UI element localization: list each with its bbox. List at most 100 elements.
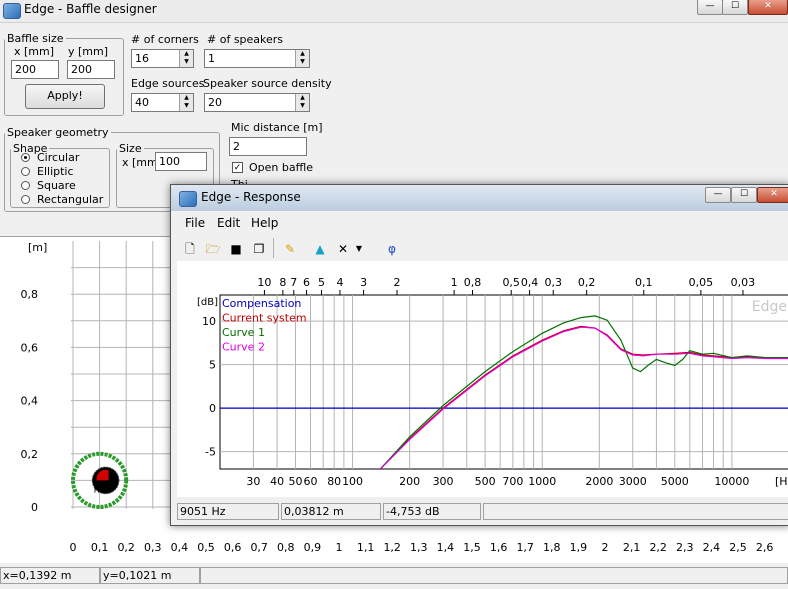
chart-x-tick-label: 3000	[619, 475, 647, 488]
geo-x-tick-label: 2,3	[676, 541, 694, 554]
app-icon	[3, 3, 21, 19]
chart-x-tick-label: 200	[399, 475, 420, 488]
geo-x-tick-label: 2,2	[649, 541, 667, 554]
geo-x-tick-label: 1,4	[437, 541, 455, 554]
response-window-title: Edge - Response	[201, 190, 301, 204]
geo-x-tick-label: 0,1	[91, 541, 109, 554]
response-minimize-button[interactable]: —	[705, 187, 731, 203]
close-button[interactable]: ✕	[748, 0, 788, 15]
geo-x-tick-label: 1,5	[463, 541, 481, 554]
speakers-value: 1	[208, 52, 215, 65]
legend-entry-compensation: Compensation	[222, 297, 301, 310]
edge-sources-label: Edge sources	[131, 77, 205, 90]
geo-x-tick-label: 1	[336, 541, 343, 554]
maximize-button[interactable]: ☐	[722, 0, 748, 15]
response-status-empty	[483, 503, 788, 520]
shape-label-elliptic: Elliptic	[37, 165, 74, 178]
legend-entry-current-system: Current system	[222, 312, 307, 325]
shape-radio-circular[interactable]	[21, 153, 30, 162]
corners-spinner[interactable]: 16 ▲ ▼	[131, 49, 194, 68]
response-window[interactable]: Edge - Response — ☐ ✕ File Edit Help 🗋 🗁…	[170, 184, 788, 526]
shape-radio-square[interactable]	[21, 181, 30, 190]
response-status-distance: 0,03812 m	[281, 503, 381, 520]
chart-y-tick-label: 5	[209, 359, 216, 372]
geo-x-tick-label: 2	[602, 541, 609, 554]
open-baffle-checkbox[interactable]: ✓	[232, 162, 243, 173]
response-maximize-button[interactable]: ☐	[731, 187, 757, 203]
edge-sources-spinner[interactable]: 40 ▲ ▼	[131, 93, 194, 112]
new-file-icon[interactable]: 🗋	[179, 238, 201, 260]
curve-tool-icon[interactable]: ▲	[309, 238, 331, 260]
edge-sources-spin-arrows[interactable]: ▲ ▼	[179, 94, 193, 111]
phase-button[interactable]: φ	[381, 238, 403, 260]
geo-y-tick-label: 0,2	[21, 448, 39, 461]
density-spin-arrows[interactable]: ▲ ▼	[295, 94, 309, 111]
chart-x-tick-label: 100	[342, 475, 363, 488]
status-y-coordinate: y=0,1021 m	[100, 567, 200, 584]
geo-x-tick-label: 0,4	[171, 541, 189, 554]
delete-icon[interactable]: ✕	[332, 238, 354, 260]
chart-top-tick-label: 0,1	[635, 276, 653, 289]
geo-x-tick-label: 1,1	[357, 541, 375, 554]
geo-x-tick-label: 0,9	[304, 541, 322, 554]
minimize-button[interactable]: —	[697, 0, 723, 15]
baffle-x-input[interactable]: 200	[11, 60, 59, 79]
chart-y-tick-label: -5	[205, 446, 216, 459]
speakers-spin-arrows[interactable]: ▲ ▼	[295, 50, 309, 67]
chart-y-axis-label: [dB]	[197, 297, 218, 308]
copy-icon[interactable]: ❐	[248, 238, 270, 260]
geo-x-tick-label: 0,8	[277, 541, 295, 554]
chart-top-tick-label: 0,4	[521, 276, 539, 289]
geo-x-tick-label: 2,4	[703, 541, 721, 554]
density-value: 20	[208, 96, 222, 109]
density-label: Speaker source density	[203, 77, 332, 90]
pencil-icon[interactable]: ✎	[279, 238, 301, 260]
corners-value: 16	[135, 52, 149, 65]
response-chart[interactable]: 1050-530 40 50 60 80 100 200 300 500 700 1000 2000 3…	[177, 261, 788, 497]
toolbar-separator	[273, 238, 274, 258]
geo-x-tick-label: 0,5	[197, 541, 215, 554]
speaker-geometry-legend: Speaker geometry	[7, 126, 109, 139]
chart-x-tick-label: 60	[303, 475, 317, 488]
menu-edit[interactable]: Edit	[217, 216, 240, 230]
chart-top-tick-label: 0,03	[731, 276, 756, 289]
corners-spin-arrows[interactable]: ▲ ▼	[179, 50, 193, 67]
menu-file[interactable]: File	[185, 216, 205, 230]
geo-y-tick-label: 0,4	[21, 395, 39, 408]
shape-radio-elliptic[interactable]	[21, 167, 30, 176]
open-folder-icon[interactable]: 🗁	[202, 238, 224, 260]
menu-help[interactable]: Help	[251, 216, 278, 230]
apply-button[interactable]: Apply!	[25, 84, 105, 109]
baffle-size-legend: Baffle size	[7, 32, 64, 45]
mic-distance-label: Mic distance [m]	[231, 121, 323, 134]
save-icon[interactable]: ■	[225, 238, 247, 260]
baffle-y-label: y [mm]	[68, 45, 109, 58]
geo-x-tick-label: 0,6	[224, 541, 242, 554]
geo-x-tick-label: 2,5	[729, 541, 747, 554]
geo-x-tick-label: 2,1	[623, 541, 641, 554]
delete-dropdown-arrow-icon[interactable]: ▼	[352, 238, 366, 260]
baffle-y-input[interactable]: 200	[67, 60, 115, 79]
chart-x-axis-label: [H	[775, 475, 788, 488]
open-baffle-label: Open baffle	[249, 161, 314, 174]
response-close-button[interactable]: ✕	[757, 187, 788, 203]
density-spinner[interactable]: 20 ▲ ▼	[204, 93, 310, 112]
legend-entry-curve-2: Curve 2	[222, 341, 265, 354]
chart-top-tick-label: 6	[303, 276, 310, 289]
mic-distance-input[interactable]: 2	[229, 137, 307, 156]
shape-radio-rectangular[interactable]	[21, 195, 30, 204]
speakers-label: # of speakers	[207, 33, 284, 46]
edge-sources-value: 40	[135, 96, 149, 109]
chart-top-tick-label: 1	[451, 276, 458, 289]
main-window-title: Edge - Baffle designer	[24, 2, 157, 16]
size-x-input[interactable]: 100	[155, 152, 207, 171]
main-title-bar[interactable]: Edge - Baffle designer — ☐ ✕	[0, 0, 788, 23]
response-status-level: -4,753 dB	[383, 503, 481, 520]
chart-top-tick-label: 2	[394, 276, 401, 289]
response-title-bar[interactable]: Edge - Response — ☐ ✕	[171, 185, 788, 211]
speakers-spinner[interactable]: 1 ▲ ▼	[204, 49, 310, 68]
status-empty-panel	[200, 567, 788, 584]
geo-x-tick-label: 1,6	[490, 541, 508, 554]
chart-top-tick-label: 0,2	[578, 276, 596, 289]
chart-watermark: Edge	[752, 299, 787, 315]
